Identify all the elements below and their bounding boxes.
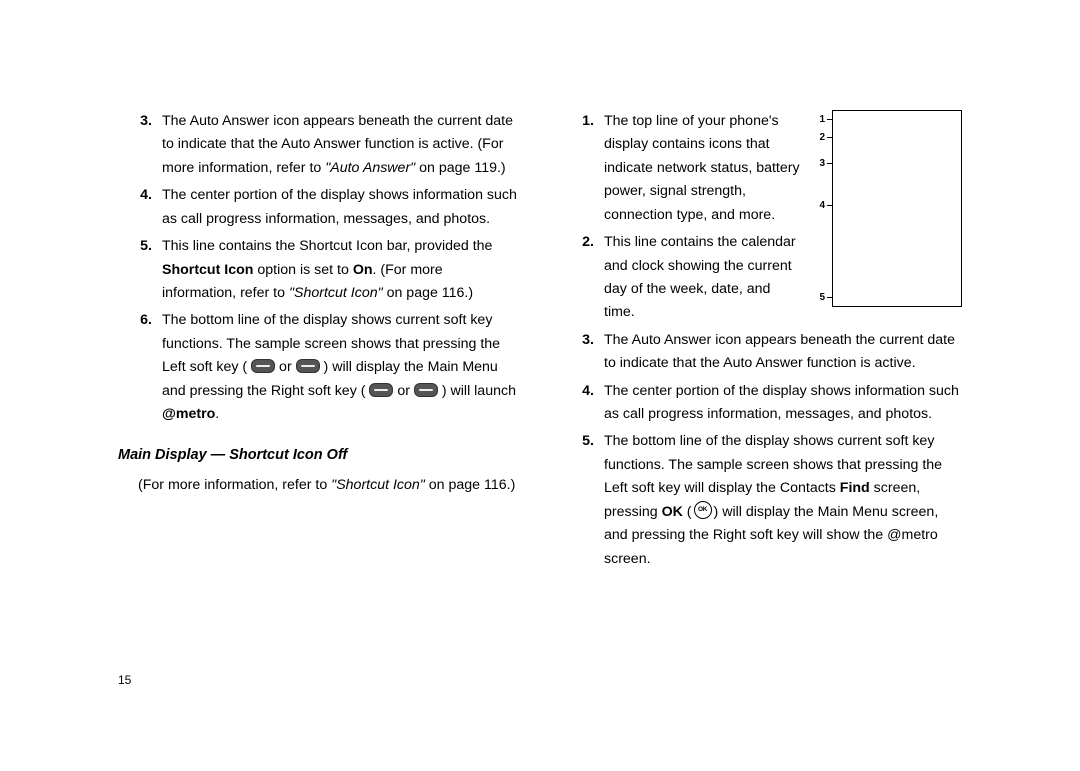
callout-3: 3 <box>819 156 832 173</box>
list-body: The top line of your phone's display con… <box>604 110 804 227</box>
left-column: 3. The Auto Answer icon appears beneath … <box>118 110 520 575</box>
softkey-icon <box>251 359 275 373</box>
list-number: 4. <box>560 380 604 427</box>
list-item: 3. The Auto Answer icon appears beneath … <box>118 110 520 180</box>
list-body: The Auto Answer icon appears beneath the… <box>604 329 962 376</box>
list-body: The center portion of the display shows … <box>162 184 520 231</box>
section-note: (For more information, refer to "Shortcu… <box>138 474 520 497</box>
list-item: 1. The top line of your phone's display … <box>560 110 804 227</box>
list-number: 5. <box>118 235 162 305</box>
softkey-icon <box>296 359 320 373</box>
page-number: 15 <box>118 671 131 691</box>
callout-5: 5 <box>819 290 832 307</box>
list-item: 5. This line contains the Shortcut Icon … <box>118 235 520 305</box>
list-item: 4. The center portion of the display sho… <box>118 184 520 231</box>
section-heading: Main Display — Shortcut Icon Off <box>118 444 520 468</box>
callout-4: 4 <box>819 198 832 215</box>
ok-icon <box>694 501 712 519</box>
callout-1: 1 <box>819 112 832 129</box>
list-body: The Auto Answer icon appears beneath the… <box>162 110 520 180</box>
list-number: 4. <box>118 184 162 231</box>
list-number: 3. <box>118 110 162 180</box>
list-body: This line contains the Shortcut Icon bar… <box>162 235 520 305</box>
list-number: 5. <box>560 430 604 571</box>
list-body: The center portion of the display shows … <box>604 380 962 427</box>
list-number: 2. <box>560 231 604 325</box>
softkey-icon <box>414 383 438 397</box>
list-item: 6. The bottom line of the display shows … <box>118 309 520 426</box>
page-content: 3. The Auto Answer icon appears beneath … <box>118 110 962 575</box>
list-item: 5. The bottom line of the display shows … <box>560 430 962 571</box>
list-number: 3. <box>560 329 604 376</box>
list-item: 2. This line contains the calendar and c… <box>560 231 804 325</box>
softkey-icon <box>369 383 393 397</box>
right-column: 1 2 3 4 5 1. The top line of your phone'… <box>560 110 962 575</box>
list-item: 4. The center portion of the display sho… <box>560 380 962 427</box>
list-body: The bottom line of the display shows cur… <box>162 309 520 426</box>
callout-2: 2 <box>819 130 832 147</box>
list-number: 1. <box>560 110 604 227</box>
list-body: The bottom line of the display shows cur… <box>604 430 962 571</box>
display-figure: 1 2 3 4 5 <box>814 110 962 307</box>
list-item: 3. The Auto Answer icon appears beneath … <box>560 329 962 376</box>
list-body: This line contains the calendar and cloc… <box>604 231 804 325</box>
display-outline <box>832 110 962 307</box>
list-number: 6. <box>118 309 162 426</box>
figure-callouts: 1 2 3 4 5 <box>814 110 832 307</box>
